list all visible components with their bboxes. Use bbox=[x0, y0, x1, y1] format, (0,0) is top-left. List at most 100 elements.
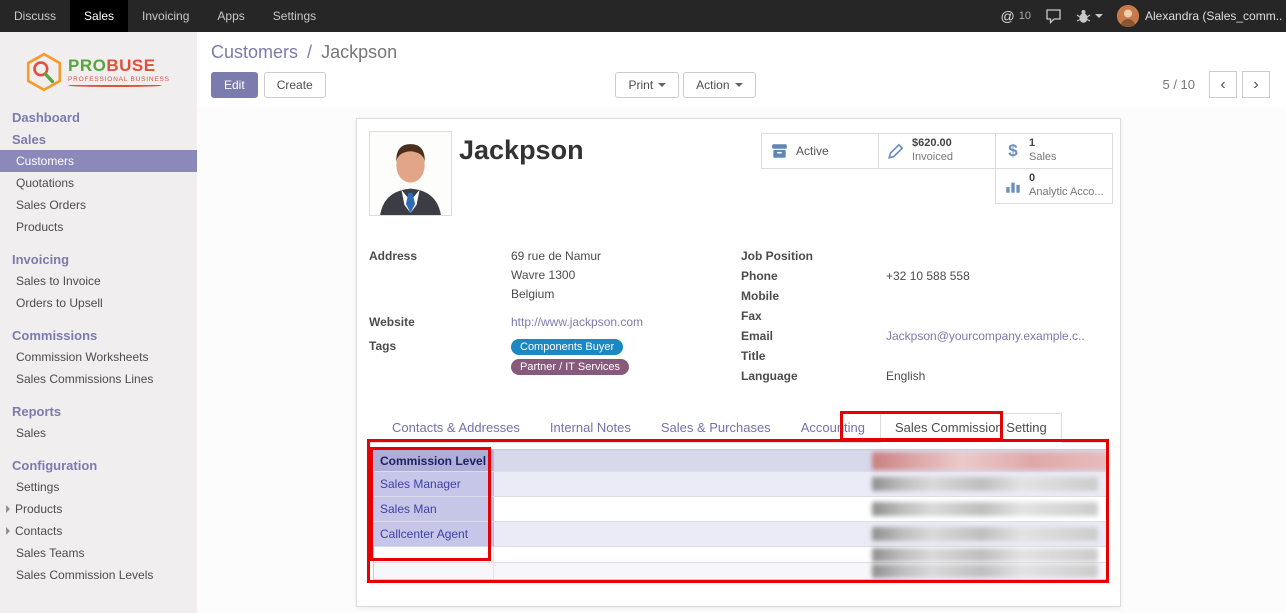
table-header-redacted-cell bbox=[872, 452, 1108, 470]
redacted-value bbox=[872, 502, 1098, 516]
tab-accounting[interactable]: Accounting bbox=[786, 413, 880, 443]
mentions-button[interactable]: @ 10 bbox=[1001, 8, 1031, 24]
field-language: Language English bbox=[741, 369, 1108, 384]
action-label: Action bbox=[696, 78, 729, 92]
sidebar-item-sales-commissions-lines[interactable]: Sales Commissions Lines bbox=[0, 368, 197, 390]
mentions-icon: @ bbox=[1001, 8, 1015, 24]
sidebar-item-settings[interactable]: Settings bbox=[0, 476, 197, 498]
table-row-empty bbox=[374, 547, 1108, 563]
sidebar-item-products[interactable]: Products bbox=[0, 216, 197, 238]
user-name: Alexandra (Sales_comm.. bbox=[1145, 9, 1282, 23]
messages-button[interactable] bbox=[1045, 8, 1062, 24]
sidebar-heading-invoicing[interactable]: Invoicing bbox=[0, 248, 197, 270]
address-city: Wavre 1300 bbox=[511, 268, 601, 282]
sidebar-item-quotations[interactable]: Quotations bbox=[0, 172, 197, 194]
sales-stat-button[interactable]: $ 1 Sales bbox=[995, 133, 1113, 169]
breadcrumb-current: Jackpson bbox=[321, 42, 397, 62]
language-label: Language bbox=[741, 369, 886, 384]
analytic-count: 0 bbox=[1029, 172, 1035, 186]
analytic-stat-button[interactable]: 0 Analytic Acco... bbox=[995, 168, 1113, 204]
language-value: English bbox=[886, 369, 925, 384]
edit-button[interactable]: Edit bbox=[211, 72, 258, 98]
commission-level-cell[interactable]: Sales Man bbox=[374, 497, 494, 521]
empty-cell bbox=[374, 547, 494, 562]
job-position-label: Job Position bbox=[741, 249, 886, 264]
active-stat-button[interactable]: Active bbox=[761, 133, 879, 169]
table-row-redacted-cell bbox=[872, 548, 1108, 562]
sidebar-item-sales-to-invoice[interactable]: Sales to Invoice bbox=[0, 270, 197, 292]
pager-next-button[interactable]: › bbox=[1242, 71, 1270, 98]
tab-contacts-addresses[interactable]: Contacts & Addresses bbox=[377, 413, 535, 443]
menu-apps[interactable]: Apps bbox=[203, 0, 258, 32]
field-website: Website http://www.jackpson.com bbox=[369, 315, 741, 330]
chevron-down-icon bbox=[658, 83, 666, 87]
menu-discuss[interactable]: Discuss bbox=[0, 0, 70, 32]
create-button[interactable]: Create bbox=[264, 72, 326, 98]
table-row-redacted-cell bbox=[872, 564, 1108, 578]
form-sheet: Jackpson Active $620.00 bbox=[356, 118, 1121, 607]
commission-level-cell[interactable]: Callcenter Agent bbox=[374, 522, 494, 546]
field-mobile: Mobile bbox=[741, 289, 1108, 304]
invoiced-stat-button[interactable]: $620.00 Invoiced bbox=[878, 133, 996, 169]
table-row-spacer bbox=[494, 497, 872, 521]
active-stat-label: Active bbox=[796, 144, 829, 158]
pencil-icon bbox=[887, 142, 905, 160]
sales-count: 1 bbox=[1029, 137, 1035, 151]
tag-components-buyer: Components Buyer bbox=[511, 339, 623, 355]
sidebar-heading-configuration[interactable]: Configuration bbox=[0, 454, 197, 476]
table-row[interactable]: Callcenter Agent bbox=[374, 522, 1108, 547]
breadcrumb-customers-link[interactable]: Customers bbox=[211, 42, 298, 62]
archive-icon bbox=[770, 142, 789, 160]
menu-invoicing[interactable]: Invoicing bbox=[128, 0, 203, 32]
address-country: Belgium bbox=[511, 287, 601, 301]
sidebar-heading-commissions[interactable]: Commissions bbox=[0, 324, 197, 346]
sidebar-heading-reports[interactable]: Reports bbox=[0, 400, 197, 422]
commission-levels-table: Commission Level Sales Manager Sales Man… bbox=[373, 449, 1109, 580]
sidebar-item-config-products[interactable]: Products bbox=[0, 498, 197, 520]
commission-level-header: Commission Level bbox=[374, 450, 494, 471]
mobile-label: Mobile bbox=[741, 289, 886, 304]
partner-photo bbox=[369, 131, 452, 216]
tab-sales-commission-setting[interactable]: Sales Commission Setting bbox=[880, 413, 1062, 443]
email-link[interactable]: Jackpson@yourcompany.example.c.. bbox=[886, 329, 1085, 344]
table-row-empty bbox=[374, 563, 1108, 579]
menu-settings[interactable]: Settings bbox=[259, 0, 330, 32]
control-panel-buttons: Edit Create Print Action 5 / 10 ‹ › bbox=[211, 71, 1270, 98]
pager-counter: 5 / 10 bbox=[1162, 77, 1195, 92]
sidebar-item-reports-sales[interactable]: Sales bbox=[0, 422, 197, 444]
menu-sales[interactable]: Sales bbox=[70, 0, 128, 32]
table-row[interactable]: Sales Man bbox=[374, 497, 1108, 522]
sidebar-item-sales-orders[interactable]: Sales Orders bbox=[0, 194, 197, 216]
chevron-right-icon bbox=[6, 505, 10, 513]
sidebar-item-sales-commission-levels[interactable]: Sales Commission Levels bbox=[0, 564, 197, 586]
print-dropdown-button[interactable]: Print bbox=[615, 72, 679, 98]
table-row-spacer bbox=[494, 547, 872, 562]
table-row[interactable]: Sales Manager bbox=[374, 472, 1108, 497]
sidebar-item-commission-worksheets[interactable]: Commission Worksheets bbox=[0, 346, 197, 368]
debug-menu-button[interactable] bbox=[1076, 8, 1103, 24]
commission-level-cell[interactable]: Sales Manager bbox=[374, 472, 494, 496]
sales-label: Sales bbox=[1029, 151, 1057, 165]
tab-sales-purchases[interactable]: Sales & Purchases bbox=[646, 413, 786, 443]
tab-internal-notes[interactable]: Internal Notes bbox=[535, 413, 646, 443]
logo-text-part2: BUSE bbox=[106, 56, 155, 75]
app-logo[interactable]: PROBUSE PROFESSIONAL BUSINESS bbox=[0, 32, 197, 106]
user-menu[interactable]: Alexandra (Sales_comm.. bbox=[1117, 5, 1282, 27]
pager-previous-button[interactable]: ‹ bbox=[1209, 71, 1237, 98]
sidebar-item-customers[interactable]: Customers bbox=[0, 150, 197, 172]
user-avatar bbox=[1117, 5, 1139, 27]
address-street: 69 rue de Namur bbox=[511, 249, 601, 263]
main-content: Customers / Jackpson Edit Create Print A… bbox=[197, 32, 1286, 613]
sidebar-item-orders-to-upsell[interactable]: Orders to Upsell bbox=[0, 292, 197, 314]
action-dropdown-button[interactable]: Action bbox=[683, 72, 755, 98]
sidebar-item-config-contacts[interactable]: Contacts bbox=[0, 520, 197, 542]
bar-chart-icon bbox=[1004, 177, 1022, 195]
website-link[interactable]: http://www.jackpson.com bbox=[511, 315, 643, 330]
sidebar-heading-dashboard[interactable]: Dashboard bbox=[0, 106, 197, 128]
field-job-position: Job Position bbox=[741, 249, 1108, 264]
sidebar-item-sales-teams[interactable]: Sales Teams bbox=[0, 542, 197, 564]
redacted-value bbox=[872, 564, 1098, 578]
redacted-value bbox=[872, 477, 1098, 491]
sidebar-heading-sales[interactable]: Sales bbox=[0, 128, 197, 150]
topbar-right: @ 10 Alexandra (Sales_ bbox=[1001, 0, 1286, 32]
